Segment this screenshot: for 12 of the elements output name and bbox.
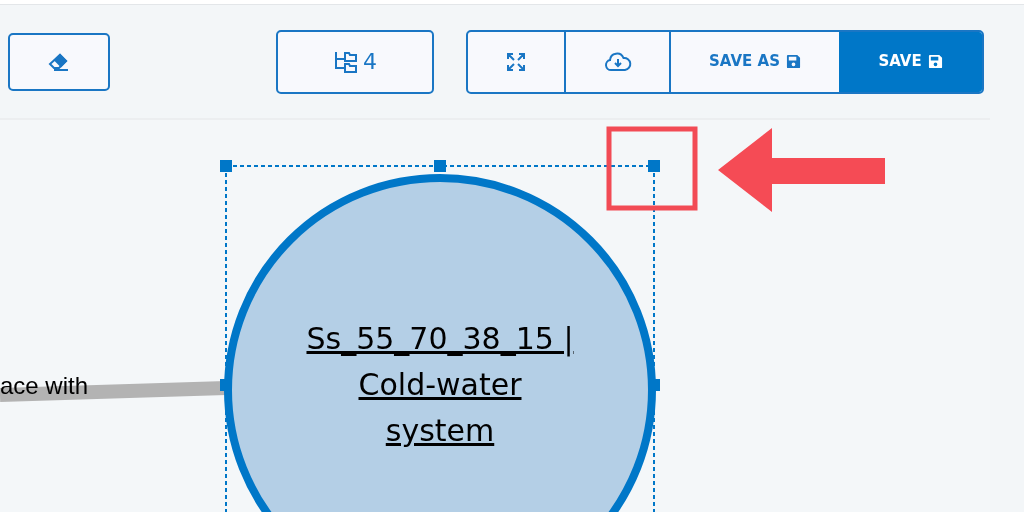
layers-button[interactable]: 4 bbox=[276, 29, 434, 94]
node-label: system bbox=[385, 412, 495, 450]
connector-label: ace with bbox=[0, 374, 89, 398]
expand-arrows-icon bbox=[506, 51, 526, 72]
cloud-download-icon bbox=[603, 50, 632, 73]
folder-tree-icon bbox=[333, 49, 359, 74]
node-label: Cold-water bbox=[358, 366, 522, 404]
save-as-button[interactable]: SAVE AS bbox=[671, 31, 839, 92]
eraser-icon bbox=[48, 52, 70, 71]
node-label: Ss_55_70_38_15 | bbox=[306, 320, 574, 359]
save-button[interactable]: SAVE bbox=[839, 31, 982, 92]
eraser-button[interactable] bbox=[8, 32, 110, 91]
